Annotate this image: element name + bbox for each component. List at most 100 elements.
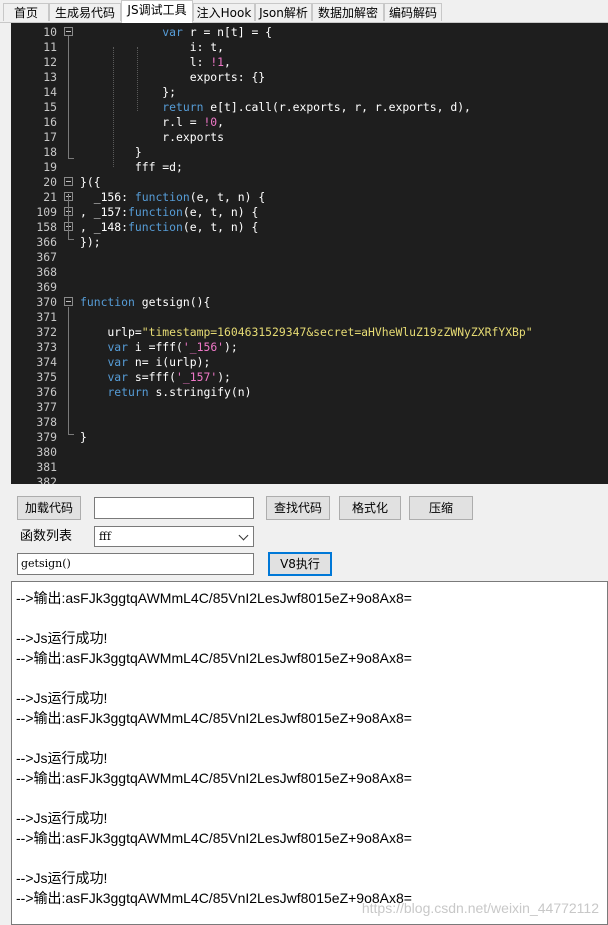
code-token: } [80, 430, 87, 444]
line-number: 158 [36, 220, 57, 234]
output-line: -->输出:asFJk3ggtqAWMmL4C/85VnI2LesJwf8015… [16, 710, 412, 726]
code-line: 11 i: t, [11, 40, 608, 55]
code-text: return e[t].call(r.exports, r, r.exports… [80, 100, 471, 115]
tab-data-encrypt[interactable]: 数据加解密 [312, 3, 384, 21]
code-text: urlp="timestamp=1604631529347&secret=aHV… [80, 325, 533, 340]
code-token: ); [217, 370, 231, 384]
line-number: 14 [43, 85, 57, 99]
function-list-value: fff [99, 530, 111, 543]
code-token: , _148: [80, 220, 129, 234]
tab-encode-decode[interactable]: 编码解码 [384, 3, 442, 21]
line-number: 367 [36, 250, 57, 264]
tab-js-debug[interactable]: JS调试工具 [121, 0, 193, 23]
code-line: 375 var s=fff('_157'); [11, 370, 608, 385]
code-line: 379} [11, 430, 608, 445]
code-text: } [80, 430, 87, 445]
code-token: "timestamp=1604631529347&secret=aHVheWlu… [141, 325, 533, 339]
line-number: 13 [43, 70, 57, 84]
indent-guide [137, 47, 138, 111]
call-expression-input[interactable]: getsign() [17, 553, 254, 575]
code-line: 382 [11, 475, 608, 484]
line-number: 10 [43, 25, 57, 39]
code-text: }({ [80, 175, 101, 190]
line-number: 18 [43, 145, 57, 159]
collapse-fold-icon[interactable] [64, 27, 73, 36]
code-text: var i =fff('_156'); [80, 340, 237, 355]
code-editor[interactable]: 10 var r = n[t] = {11 i: t, 12 l: !1, 13 e… [11, 23, 608, 484]
code-token: (e, t, n) { [182, 205, 259, 219]
code-text: _156: function(e, t, n) { [80, 190, 265, 205]
code-line: 12 l: !1, [11, 55, 608, 70]
code-token: e[t].call(r.exports, r, r.exports, d), [203, 100, 471, 114]
code-token: s.stringify(n) [148, 385, 252, 399]
code-token: var [162, 25, 183, 39]
code-token: getsign(){ [134, 295, 211, 309]
output-line: -->Js运行成功! [16, 750, 108, 766]
tab-inject-hook[interactable]: 注入Hook [193, 3, 255, 21]
code-token: !1 [210, 55, 225, 69]
line-number: 372 [36, 325, 57, 339]
search-input[interactable] [94, 497, 254, 519]
code-line: 20}({ [11, 175, 608, 190]
code-line: 381 [11, 460, 608, 475]
collapse-fold-icon[interactable] [64, 297, 73, 306]
code-line: 377 [11, 400, 608, 415]
tab-json-parse[interactable]: Json解析 [255, 3, 312, 21]
collapse-fold-icon[interactable] [64, 177, 73, 186]
code-text: var n= i(urlp); [80, 355, 210, 370]
code-token: return [107, 385, 149, 399]
code-token: }); [80, 235, 101, 249]
code-text: return s.stringify(n) [80, 385, 251, 400]
code-line: 374 var n= i(urlp); [11, 355, 608, 370]
code-text: , _157:function(e, t, n) { [80, 205, 258, 220]
code-line: 21 _156: function(e, t, n) { [11, 190, 608, 205]
code-line: 19 fff =d; [11, 160, 608, 175]
chevron-down-icon [238, 530, 249, 541]
function-list-select[interactable]: fff [94, 526, 254, 547]
line-number: 373 [36, 340, 57, 354]
line-number: 12 [43, 55, 57, 69]
code-token: exports: {} [80, 70, 266, 84]
tab-generate-code[interactable]: 生成易代码 [49, 3, 121, 21]
fold-guide-end [68, 239, 74, 240]
code-token: return [162, 100, 204, 114]
code-token: function [134, 190, 190, 204]
code-line: 367 [11, 250, 608, 265]
code-token: var [107, 340, 129, 354]
output-line: -->输出:asFJk3ggtqAWMmL4C/85VnI2LesJwf8015… [16, 650, 412, 666]
find-code-button[interactable]: 查找代码 [266, 496, 330, 520]
v8-run-button[interactable]: V8执行 [268, 552, 332, 576]
line-number: 375 [36, 370, 57, 384]
tab-strip: 首页 生成易代码 JS调试工具 注入Hook Json解析 数据加解密 编码解码 [0, 0, 608, 23]
line-number: 374 [36, 355, 57, 369]
load-code-button[interactable]: 加载代码 [17, 496, 81, 520]
code-text: } [80, 145, 142, 160]
line-number: 376 [36, 385, 57, 399]
code-token: _156: [80, 190, 135, 204]
output-line: -->Js运行成功! [16, 810, 108, 826]
line-number: 11 [43, 40, 57, 54]
compress-button[interactable]: 压缩 [409, 496, 473, 520]
code-token: '_156' [182, 340, 225, 354]
line-number: 381 [36, 460, 57, 474]
tab-home[interactable]: 首页 [3, 3, 49, 21]
code-line: 366}); [11, 235, 608, 250]
code-line: 109 , _157:function(e, t, n) { [11, 205, 608, 220]
output-line: -->Js运行成功! [16, 870, 108, 886]
code-text: , _148:function(e, t, n) { [80, 220, 258, 235]
code-line: 13 exports: {} [11, 70, 608, 85]
format-button[interactable]: 格式化 [339, 496, 401, 520]
code-line: 14 }; [11, 85, 608, 100]
line-number: 370 [36, 295, 57, 309]
code-token: fff =d; [80, 160, 183, 174]
line-number: 15 [43, 100, 57, 114]
code-token: var [107, 370, 129, 384]
output-line: -->输出:asFJk3ggtqAWMmL4C/85VnI2LesJwf8015… [16, 590, 412, 606]
line-number: 379 [36, 430, 57, 444]
output-console[interactable]: -->输出:asFJk3ggtqAWMmL4C/85VnI2LesJwf8015… [11, 581, 608, 925]
code-text: i: t, [80, 40, 224, 55]
